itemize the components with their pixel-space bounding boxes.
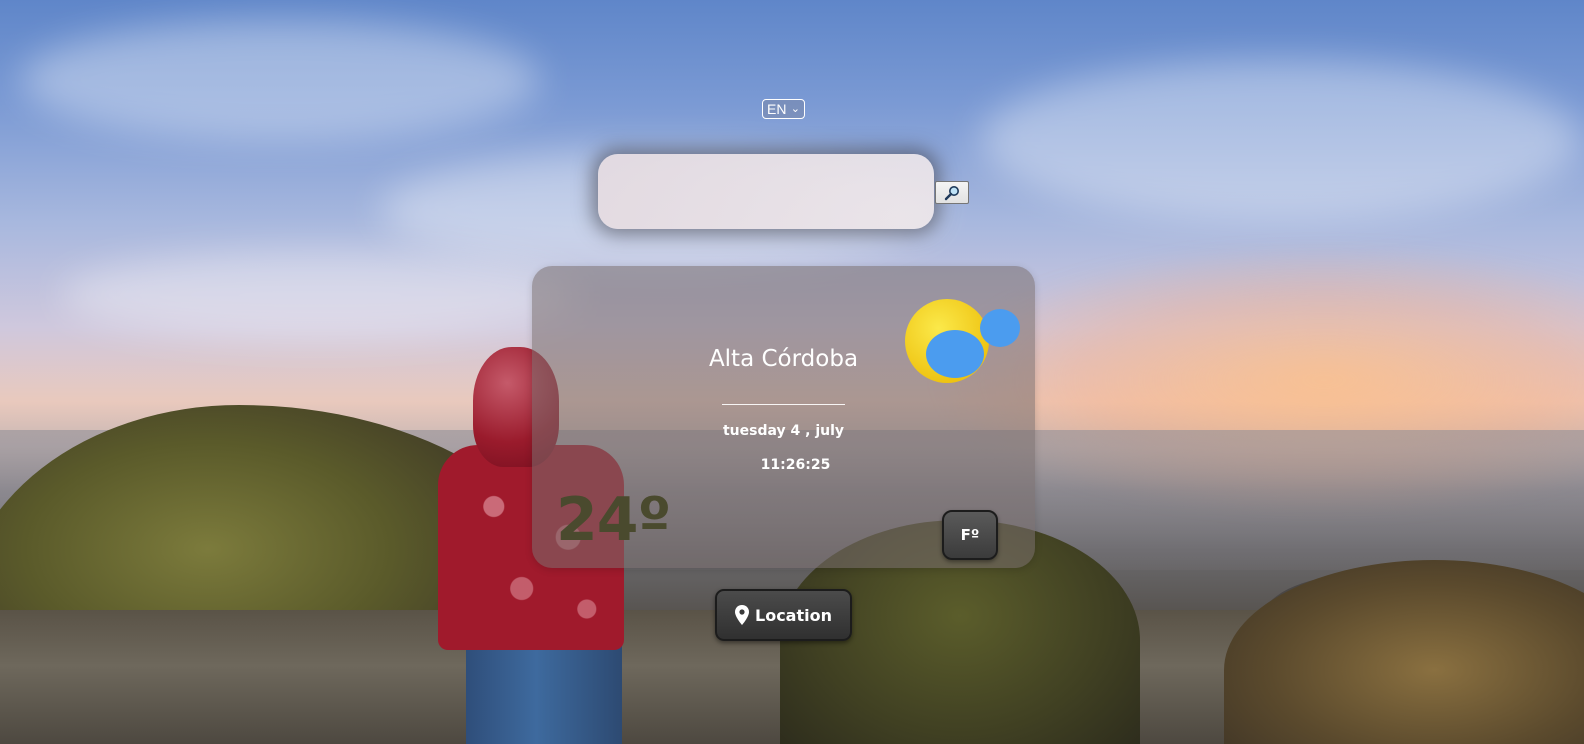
dry-grass	[1224, 560, 1584, 744]
language-select[interactable]: EN ⌄	[762, 99, 805, 119]
current-date: tuesday 4 , july	[722, 423, 845, 439]
map-pin-icon	[735, 605, 749, 625]
sky-cloud	[60, 250, 580, 340]
city-name: Alta Córdoba	[708, 346, 859, 372]
location-button[interactable]: Location	[715, 589, 852, 641]
current-time: 11:26:25	[760, 457, 831, 473]
sky-cloud	[20, 20, 540, 140]
sky-cloud	[980, 60, 1580, 220]
unit-toggle-button[interactable]: Fº	[942, 510, 998, 560]
person-legs	[466, 638, 622, 744]
divider	[722, 404, 845, 405]
search-button[interactable]	[935, 181, 969, 204]
chevron-down-icon: ⌄	[790, 103, 800, 115]
city-search-input[interactable]	[598, 154, 934, 229]
magnifier-icon	[944, 185, 959, 200]
unit-toggle-label: Fº	[960, 526, 980, 544]
language-select-value: EN	[767, 101, 787, 117]
sun-cloud-icon	[905, 299, 1020, 383]
weather-card: Alta Córdoba tuesday 4 , july 11:26:25 2…	[532, 266, 1035, 568]
location-button-label: Location	[755, 605, 832, 625]
background-photo: EN ⌄ Alta Córdoba tuesday 4 , july 11:26…	[0, 0, 1584, 744]
temperature-value: 24º	[556, 485, 671, 555]
